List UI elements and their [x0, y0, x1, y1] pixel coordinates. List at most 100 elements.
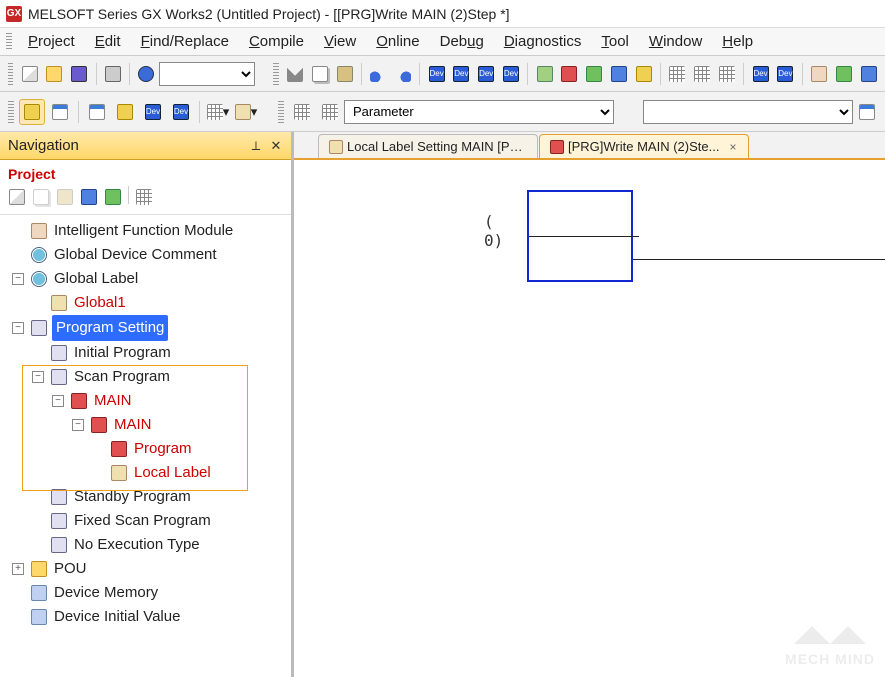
nav-paste-button[interactable]: [54, 186, 76, 208]
dev3-button[interactable]: [475, 61, 498, 87]
menu-diagnostics[interactable]: Diagnostics: [494, 31, 592, 52]
tree-item[interactable]: Initial Program: [2, 341, 287, 365]
menu-compile[interactable]: Compile: [239, 31, 314, 52]
nav-copy-button[interactable]: [30, 186, 52, 208]
ladder-editor[interactable]: ( 0) MECH MIND: [294, 160, 885, 677]
zoom2-button[interactable]: [691, 61, 714, 87]
ladder-cursor[interactable]: [527, 190, 633, 282]
expand-icon[interactable]: +: [12, 563, 24, 575]
editor-tab[interactable]: Local Label Setting MAIN [PR...: [318, 134, 538, 158]
nav-new-button[interactable]: [6, 186, 28, 208]
tree-item[interactable]: Standby Program: [2, 485, 287, 509]
module-icon: [811, 66, 827, 82]
tree-item[interactable]: Device Memory: [2, 581, 287, 605]
tree-item[interactable]: Intelligent Function Module: [2, 219, 287, 243]
prop-icon: [81, 189, 97, 205]
menu-help[interactable]: Help: [712, 31, 763, 52]
ladder1-button[interactable]: [289, 99, 315, 125]
print-button[interactable]: [101, 61, 124, 87]
pin-icon[interactable]: ⟂: [249, 139, 263, 153]
tree-item[interactable]: Global Device Comment: [2, 243, 287, 267]
extra2-button[interactable]: [832, 61, 855, 87]
view4-button[interactable]: [112, 99, 138, 125]
redo-button[interactable]: [392, 61, 415, 87]
tree-item[interactable]: −Scan Program: [2, 365, 287, 389]
toolbar-grip[interactable]: [278, 101, 284, 123]
dev4-button[interactable]: [500, 61, 523, 87]
comment-button[interactable]: ▾: [233, 99, 259, 125]
tree-item[interactable]: −Program Setting: [2, 315, 287, 341]
paste-button[interactable]: [333, 61, 356, 87]
dev6-button[interactable]: [774, 61, 797, 87]
view5-button[interactable]: [140, 99, 166, 125]
undo-icon: [370, 66, 386, 82]
nav-prop-button[interactable]: [78, 186, 100, 208]
menu-window[interactable]: Window: [639, 31, 712, 52]
zoom1-button[interactable]: [666, 61, 689, 87]
extra3-button[interactable]: [857, 61, 880, 87]
ladder2-button[interactable]: [317, 99, 343, 125]
toolbar-grip[interactable]: [273, 63, 278, 85]
nav-sort-button[interactable]: [133, 186, 155, 208]
new-button[interactable]: [18, 61, 41, 87]
menu-online[interactable]: Online: [366, 31, 429, 52]
collapse-icon[interactable]: −: [12, 322, 24, 334]
project-tree[interactable]: Intelligent Function ModuleGlobal Device…: [0, 215, 291, 677]
view2-button[interactable]: [47, 99, 73, 125]
collapse-icon[interactable]: −: [32, 371, 44, 383]
menu-project[interactable]: Project: [18, 31, 85, 52]
menu-view[interactable]: View: [314, 31, 366, 52]
right-combo[interactable]: [643, 100, 853, 124]
help-topic-combo[interactable]: [159, 62, 256, 86]
editor-tab[interactable]: [PRG]Write MAIN (2)Ste...×: [539, 134, 749, 158]
param2-button[interactable]: [558, 61, 581, 87]
param4-button[interactable]: [608, 61, 631, 87]
tree-item[interactable]: Device Initial Value: [2, 605, 287, 629]
dev1-button[interactable]: [425, 61, 448, 87]
dev5-button[interactable]: [749, 61, 772, 87]
param5-button[interactable]: [632, 61, 655, 87]
watch-button[interactable]: ▾: [205, 99, 231, 125]
tab-close-icon[interactable]: ×: [727, 140, 738, 154]
help-button[interactable]: [135, 61, 158, 87]
view3-button[interactable]: [84, 99, 110, 125]
parameter-combo[interactable]: Parameter: [344, 100, 614, 124]
collapse-icon[interactable]: −: [72, 419, 84, 431]
tree-item[interactable]: +POU: [2, 557, 287, 581]
refresh-icon: [105, 189, 121, 205]
cut-button[interactable]: [284, 61, 307, 87]
nav-refresh-button[interactable]: [102, 186, 124, 208]
param3-button[interactable]: [583, 61, 606, 87]
dev-icon: [478, 66, 494, 82]
collapse-icon[interactable]: −: [12, 273, 24, 285]
param1-button[interactable]: [533, 61, 556, 87]
tree-item[interactable]: Program: [2, 437, 287, 461]
extra1-button[interactable]: [808, 61, 831, 87]
copy-button[interactable]: [308, 61, 331, 87]
tree-item[interactable]: Global1: [2, 291, 287, 315]
open-button[interactable]: [43, 61, 66, 87]
view1-button[interactable]: [19, 99, 45, 125]
menu-debug[interactable]: Debug: [430, 31, 494, 52]
tree-item[interactable]: Fixed Scan Program: [2, 509, 287, 533]
go-button[interactable]: [854, 99, 880, 125]
undo-button[interactable]: [367, 61, 390, 87]
tree-item[interactable]: Local Label: [2, 461, 287, 485]
module-icon: [861, 66, 877, 82]
tree-item[interactable]: −MAIN: [2, 389, 287, 413]
toolbar-grip[interactable]: [8, 101, 14, 123]
menu-grip[interactable]: [6, 33, 12, 51]
toolbar-grip[interactable]: [8, 63, 13, 85]
close-icon[interactable]: ✕: [269, 139, 283, 153]
tree-item[interactable]: −MAIN: [2, 413, 287, 437]
tree-item[interactable]: No Execution Type: [2, 533, 287, 557]
menu-edit[interactable]: Edit: [85, 31, 131, 52]
zoom3-button[interactable]: [716, 61, 739, 87]
menu-findreplace[interactable]: Find/Replace: [131, 31, 239, 52]
menu-tool[interactable]: Tool: [591, 31, 639, 52]
tree-item[interactable]: −Global Label: [2, 267, 287, 291]
collapse-icon[interactable]: −: [52, 395, 64, 407]
view6-button[interactable]: [168, 99, 194, 125]
save-button[interactable]: [68, 61, 91, 87]
dev2-button[interactable]: [450, 61, 473, 87]
